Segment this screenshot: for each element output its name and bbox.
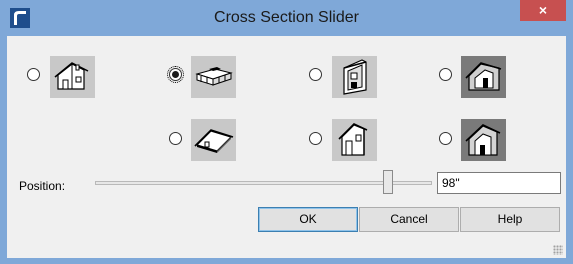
position-label: Position: [19,179,66,193]
house-outline-icon[interactable] [50,56,95,98]
perspective-section-icon[interactable] [461,56,506,98]
position-slider-track[interactable] [95,181,432,185]
ok-button[interactable]: OK [258,207,358,232]
close-icon: × [538,2,548,18]
title-bar[interactable]: Cross Section Slider × [0,0,573,36]
help-button[interactable]: Help [460,207,560,232]
plan-cut-icon[interactable] [191,56,236,98]
radio-view-perspective-cut[interactable] [439,68,452,81]
side-section-icon[interactable] [332,119,377,161]
radio-view-back-cut[interactable] [439,132,452,145]
radio-view-side-cut[interactable] [309,132,322,145]
radio-view-front-cut[interactable] [309,68,322,81]
dialog-window: Cross Section Slider × Position: 98" OK … [0,0,573,264]
position-input[interactable] [437,172,561,194]
roof-section-icon[interactable] [191,119,236,161]
position-slider-thumb[interactable] [383,170,393,194]
window-title: Cross Section Slider [214,9,359,26]
close-button[interactable]: × [520,0,566,21]
radio-view-plan-cut[interactable] [167,66,184,83]
dialog-body: Position: OK Cancel Help [7,36,566,258]
resize-grip-icon[interactable] [553,245,563,255]
front-section-icon[interactable] [332,56,377,98]
back-section-icon[interactable] [461,119,506,161]
cancel-button[interactable]: Cancel [359,207,459,232]
radio-view-exterior-house[interactable] [27,68,40,81]
radio-view-roof-cut[interactable] [169,132,182,145]
